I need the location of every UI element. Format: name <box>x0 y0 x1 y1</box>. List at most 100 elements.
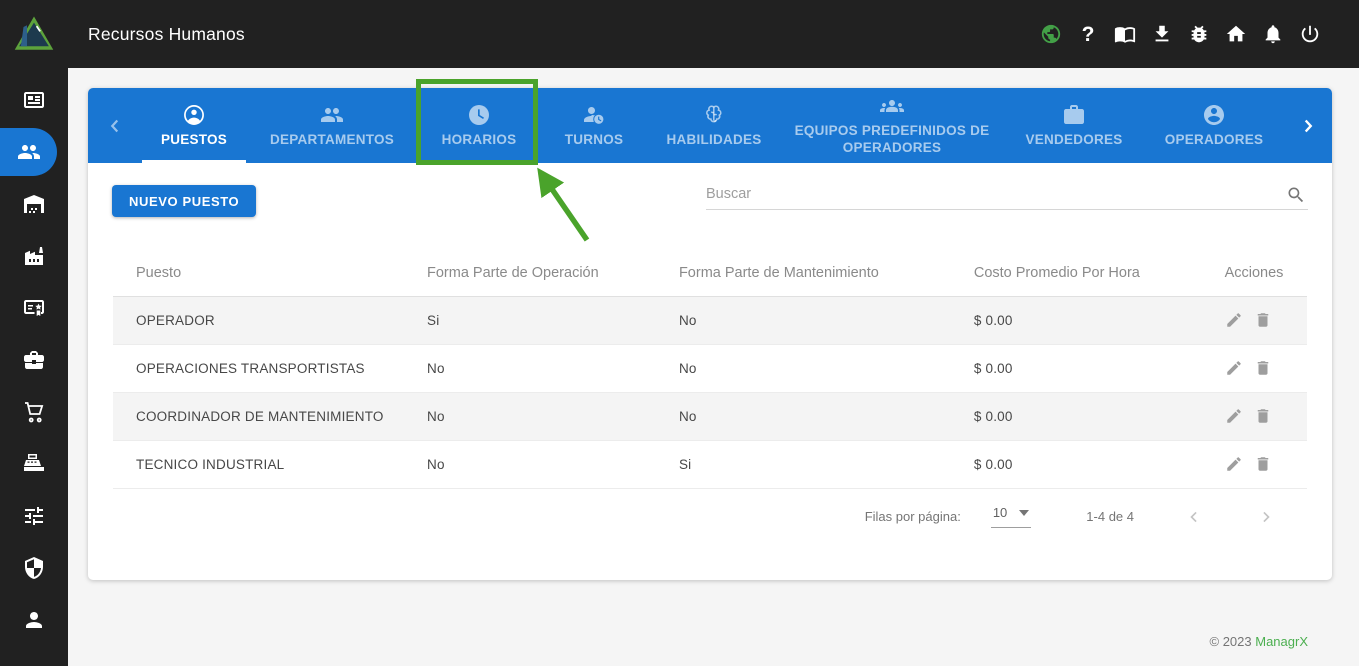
tab-puestos[interactable]: PUESTOS <box>142 88 246 163</box>
row-actions <box>1225 407 1307 425</box>
sidebar-item-warehouse[interactable] <box>0 178 68 230</box>
pencil-icon <box>1226 457 1241 471</box>
sidebar-item-point-of-sale[interactable] <box>0 438 68 490</box>
bug-icon[interactable] <box>1188 23 1210 45</box>
sidebar-item-certificates[interactable] <box>0 282 68 334</box>
delete-button[interactable] <box>1254 455 1272 473</box>
app-root: Recursos Humanos ? PUESTOS DEPARTAMENTOS… <box>0 0 1359 666</box>
people-icon <box>321 107 343 122</box>
rows-per-page-select[interactable]: 10 <box>990 505 1032 528</box>
topbar: Recursos Humanos ? <box>0 0 1359 68</box>
sidebar-item-business[interactable] <box>0 334 68 386</box>
tab-label: HABILIDADES <box>666 131 762 147</box>
search-icon[interactable] <box>1286 185 1306 205</box>
cell-puesto: OPERADOR <box>113 296 428 345</box>
brain-icon <box>706 105 722 122</box>
chevron-left-icon <box>1190 511 1197 522</box>
cell-mantenimiento: No <box>678 296 974 345</box>
sidebar-item-purchases[interactable] <box>0 386 68 438</box>
chevron-right-icon <box>1263 511 1270 522</box>
table-row: OPERADOR Si No $ 0.00 <box>113 296 1307 345</box>
tab-bar: PUESTOS DEPARTAMENTOS HORARIOS TURNOS HA… <box>88 88 1332 163</box>
pagination-bar: Filas por página: 10 1-4 de 4 <box>88 489 1332 545</box>
trash-icon <box>1257 409 1268 423</box>
delete-button[interactable] <box>1254 407 1272 425</box>
factory-icon <box>25 247 43 265</box>
people-icon <box>17 145 40 159</box>
sidebar-item-account[interactable] <box>0 594 68 646</box>
tab-habilidades[interactable]: HABILIDADES <box>648 88 780 163</box>
cell-costo: $ 0.00 <box>973 344 1225 393</box>
edit-button[interactable] <box>1225 455 1243 473</box>
tab-label: DEPARTAMENTOS <box>269 131 394 147</box>
tab-label: HORARIOS <box>441 131 517 147</box>
cell-mantenimiento: Si <box>678 440 974 489</box>
cell-mantenimiento: No <box>678 344 974 393</box>
table-row: COORDINADOR DE MANTENIMIENTO No No $ 0.0… <box>113 392 1307 441</box>
account-circle-outline-icon <box>184 104 204 125</box>
docs-book-icon[interactable] <box>1114 23 1136 45</box>
edit-button[interactable] <box>1225 311 1243 329</box>
tabs-scroll-right-button[interactable] <box>1284 88 1332 163</box>
app-logo[interactable] <box>0 0 68 68</box>
tabs-scroll-left-button[interactable] <box>88 88 142 163</box>
row-actions <box>1225 311 1307 329</box>
page-title: Recursos Humanos <box>88 23 245 44</box>
tab-operadores[interactable]: OPERADORES <box>1144 88 1284 163</box>
footer-copyright: © 2023 ManagrX <box>1210 634 1309 649</box>
tab-label: TURNOS <box>564 131 624 147</box>
sidebar-item-security[interactable] <box>0 542 68 594</box>
column-header-puesto: Puesto <box>113 217 428 297</box>
tab-turnos[interactable]: TURNOS <box>540 88 648 163</box>
copyright-text: © 2023 <box>1209 634 1252 649</box>
tab-vendedores[interactable]: VENDEDORES <box>1004 88 1144 163</box>
power-icon[interactable] <box>1299 23 1321 45</box>
previous-page-button[interactable] <box>1182 505 1206 529</box>
cell-costo: $ 0.00 <box>973 296 1225 345</box>
cell-operacion: Si <box>427 296 679 345</box>
download-icon[interactable] <box>1151 23 1173 45</box>
next-page-button[interactable] <box>1254 505 1278 529</box>
notifications-bell-icon[interactable] <box>1262 23 1284 45</box>
shopping-cart-icon <box>25 402 44 423</box>
edit-button[interactable] <box>1225 359 1243 377</box>
cell-puesto: TECNICO INDUSTRIAL <box>113 440 428 489</box>
tab-departamentos[interactable]: DEPARTAMENTOS <box>246 88 418 163</box>
row-actions <box>1225 359 1307 377</box>
cell-puesto: OPERACIONES TRANSPORTISTAS <box>113 344 428 393</box>
trash-icon <box>1257 457 1268 471</box>
chevron-left-icon <box>110 119 119 132</box>
delete-button[interactable] <box>1254 359 1272 377</box>
search-input[interactable] <box>706 186 1278 202</box>
help-icon[interactable]: ? <box>1077 23 1099 45</box>
cash-register-icon <box>24 454 44 471</box>
delete-button[interactable] <box>1254 311 1272 329</box>
sidebar-item-factory[interactable] <box>0 230 68 282</box>
cell-operacion: No <box>427 344 679 393</box>
logo-triangle-icon <box>14 16 54 50</box>
new-puesto-button[interactable]: NUEVO PUESTO <box>112 185 257 217</box>
business-center-icon <box>24 351 44 369</box>
sidebar-item-human-resources[interactable] <box>0 128 57 176</box>
tab-equipos-predefinidos[interactable]: EQUIPOS PREDEFINIDOS DE OPERADORES <box>780 88 1004 163</box>
globe-icon[interactable] <box>1040 23 1062 45</box>
groups-icon <box>880 100 904 113</box>
cell-costo: $ 0.00 <box>973 392 1225 441</box>
tab-horarios[interactable]: HORARIOS <box>418 88 540 163</box>
tab-label: VENDEDORES <box>1025 131 1123 147</box>
sidebar-item-news[interactable] <box>0 74 68 126</box>
cell-puesto: COORDINADOR DE MANTENIMIENTO <box>113 392 428 441</box>
edit-button[interactable] <box>1225 407 1243 425</box>
rows-per-page-value: 10 <box>992 505 1008 520</box>
tab-label: EQUIPOS PREDEFINIDOS DE OPERADORES <box>794 123 990 155</box>
brand-link[interactable]: ManagrX <box>1255 634 1308 649</box>
sidebar-item-settings[interactable] <box>0 490 68 542</box>
pencil-icon <box>1226 409 1241 423</box>
tab-label: OPERADORES <box>1164 131 1264 147</box>
table-row: TECNICO INDUSTRIAL No Si $ 0.00 <box>113 440 1307 489</box>
topbar-actions: ? <box>1040 23 1359 45</box>
cell-mantenimiento: No <box>678 392 974 441</box>
tab-label: PUESTOS <box>160 131 228 147</box>
home-icon[interactable] <box>1225 23 1247 45</box>
cell-operacion: No <box>427 440 679 489</box>
